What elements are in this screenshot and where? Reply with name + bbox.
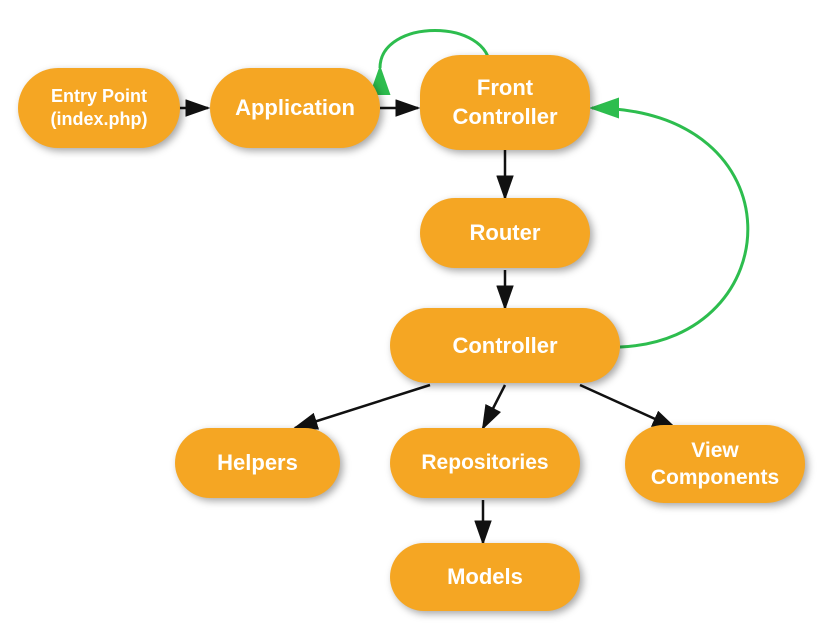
router-node: Router [420,198,590,268]
diagram-container: Entry Point (index.php) Application Fron… [0,0,830,628]
entry-point-node: Entry Point (index.php) [18,68,180,148]
controller-node: Controller [390,308,620,383]
models-node: Models [390,543,580,611]
application-node: Application [210,68,380,148]
helpers-node: Helpers [175,428,340,498]
repositories-node: Repositories [390,428,580,498]
view-components-node: View Components [625,425,805,503]
front-controller-node: Front Controller [420,55,590,150]
